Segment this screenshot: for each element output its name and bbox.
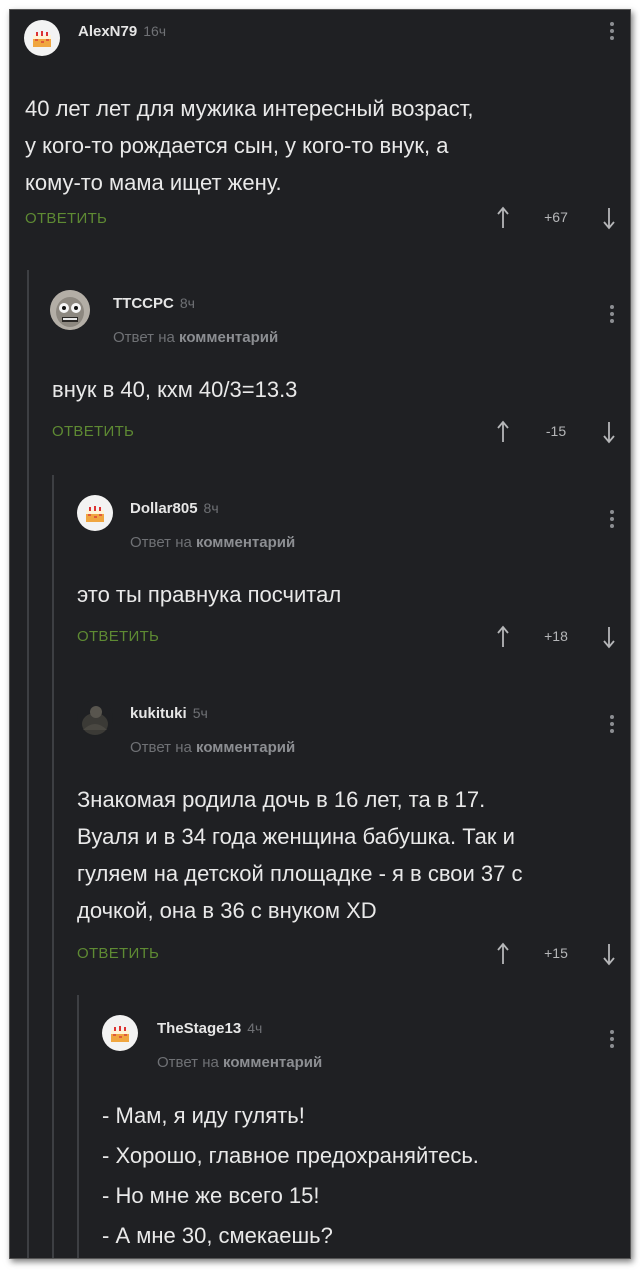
comment-line: - А мне 30, смекаешь?: [102, 1223, 333, 1248]
comment-body: - Мам, я иду гулять! - Хорошо, главное п…: [102, 1096, 479, 1256]
vote-score: -15: [545, 423, 567, 439]
avatar[interactable]: [77, 700, 113, 736]
comment-line: - Хорошо, главное предохраняйтесь.: [102, 1143, 479, 1168]
username[interactable]: TheStage13 4ч: [157, 1020, 262, 1037]
reply-to-link[interactable]: Ответ на комментарий: [113, 329, 278, 346]
vote-controls: +18: [496, 625, 616, 649]
username[interactable]: TTCCPC 8ч: [113, 295, 195, 312]
comment-line: 40 лет лет для мужика интересный возраст…: [25, 96, 474, 121]
arrow-up-icon[interactable]: [496, 625, 510, 649]
comment-line: это ты правнука посчитал: [77, 582, 342, 607]
timestamp: 8ч: [203, 500, 219, 516]
reply-to-link[interactable]: Ответ на комментарий: [130, 739, 295, 756]
comment-ttccpc: TTCCPC 8ч Ответ на комментарий внук в 40,…: [40, 275, 630, 465]
vote-controls: -15: [496, 420, 616, 444]
comment-line: - Но мне же всего 15!: [102, 1183, 320, 1208]
avatar[interactable]: [50, 290, 90, 330]
comment-line: Вуаля и в 34 года женщина бабушка. Так и: [77, 824, 515, 849]
timestamp: 16ч: [143, 23, 167, 39]
arrow-down-icon[interactable]: [602, 420, 616, 444]
reply-button[interactable]: ОТВЕТИТЬ: [52, 423, 134, 440]
cake-avatar-icon: [86, 506, 104, 522]
avatar[interactable]: [77, 495, 113, 531]
comment-line: - Мам, я иду гулять!: [102, 1103, 305, 1128]
thread-line: [27, 270, 29, 1258]
vote-controls: +15: [496, 942, 616, 966]
vote-score: +67: [544, 209, 568, 225]
avatar[interactable]: [24, 20, 60, 56]
comment-line: Знакомая родила дочь в 16 лет, та в 17.: [77, 787, 486, 812]
comment-thestage13: TheStage13 4ч Ответ на комментарий - Мам,…: [90, 1000, 630, 1258]
comment-alexn79: AlexN79 16ч 40 лет лет для мужика интерес…: [10, 10, 630, 260]
comment-line: у кого-то рождается сын, у кого-то внук,…: [25, 133, 449, 158]
reply-to-link[interactable]: Ответ на комментарий: [130, 534, 295, 551]
comment-line: дочкой, она в 36 с внуком XD: [77, 898, 377, 923]
reply-button[interactable]: ОТВЕТИТЬ: [25, 210, 107, 227]
timestamp: 8ч: [179, 295, 195, 311]
arrow-up-icon[interactable]: [496, 942, 510, 966]
arrow-up-icon[interactable]: [496, 206, 510, 230]
face-avatar-icon: [50, 290, 90, 330]
reply-to-link[interactable]: Ответ на комментарий: [157, 1054, 322, 1071]
more-vertical-icon[interactable]: [610, 305, 614, 326]
comment-line: внук в 40, кхм 40/3=13.3: [52, 377, 298, 402]
vote-controls: +67: [496, 206, 616, 230]
comment-body: внук в 40, кхм 40/3=13.3: [52, 371, 297, 408]
reply-button[interactable]: ОТВЕТИТЬ: [77, 628, 159, 645]
thread-line: [52, 475, 54, 1258]
comment-line: гуляем на детской площадке - я в свои 37…: [77, 861, 523, 886]
more-vertical-icon[interactable]: [610, 22, 614, 43]
vote-score: +18: [544, 628, 568, 644]
cake-avatar-icon: [111, 1026, 129, 1042]
thread-line: [77, 995, 79, 1258]
avatar[interactable]: [102, 1015, 138, 1051]
vote-score: +15: [544, 945, 568, 961]
timestamp: 5ч: [192, 705, 208, 721]
comment-line: кому-то мама ищет жену.: [25, 170, 282, 195]
timestamp: 4ч: [247, 1020, 263, 1036]
figure-avatar-icon: [82, 706, 108, 735]
username[interactable]: AlexN79 16ч: [78, 23, 166, 40]
comment-body: 40 лет лет для мужика интересный возраст…: [25, 90, 474, 201]
cake-avatar-icon: [33, 31, 51, 47]
comment-kukituki: kukituki 5ч Ответ на комментарий Знакомая…: [65, 685, 630, 980]
comment-thread: AlexN79 16ч 40 лет лет для мужика интерес…: [9, 9, 631, 1259]
comment-body: Знакомая родила дочь в 16 лет, та в 17. …: [77, 781, 523, 929]
more-vertical-icon[interactable]: [610, 510, 614, 531]
username[interactable]: Dollar805 8ч: [130, 500, 219, 517]
username[interactable]: kukituki 5ч: [130, 705, 208, 722]
comment-body: это ты правнука посчитал: [77, 576, 341, 613]
arrow-down-icon[interactable]: [602, 625, 616, 649]
more-vertical-icon[interactable]: [610, 715, 614, 736]
more-vertical-icon[interactable]: [610, 1030, 614, 1051]
comment-dollar805: Dollar805 8ч Ответ на комментарий это ты …: [65, 480, 630, 670]
reply-button[interactable]: ОТВЕТИТЬ: [77, 945, 159, 962]
arrow-up-icon[interactable]: [496, 420, 510, 444]
arrow-down-icon[interactable]: [602, 206, 616, 230]
arrow-down-icon[interactable]: [602, 942, 616, 966]
